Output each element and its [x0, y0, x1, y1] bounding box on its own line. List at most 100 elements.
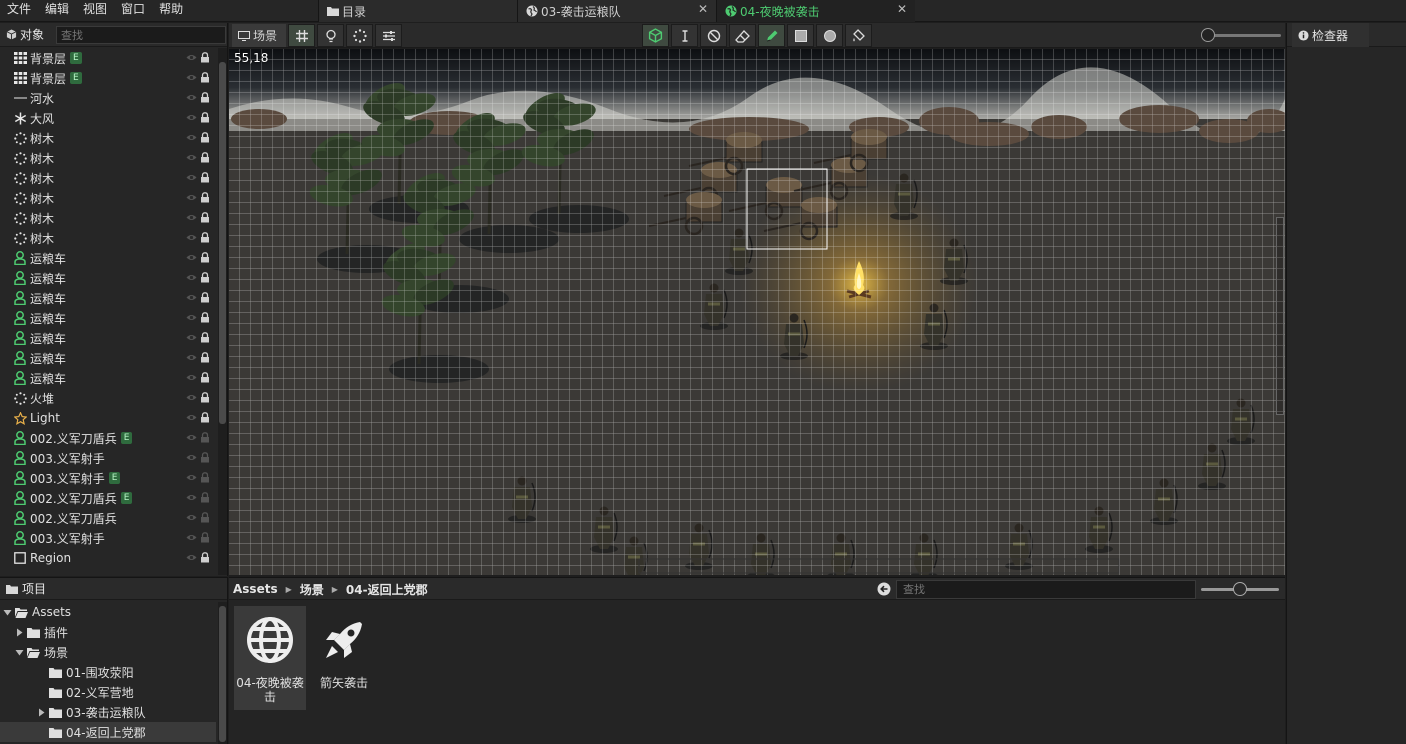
text-cursor-tool-button[interactable] — [671, 24, 698, 47]
tab-directory[interactable]: 目录 — [318, 0, 517, 22]
chevron-down-icon[interactable] — [14, 647, 24, 657]
visibility-eye-icon[interactable] — [186, 252, 197, 263]
visibility-eye-icon[interactable] — [186, 152, 197, 163]
hierarchy-item[interactable]: 河水 — [0, 88, 216, 108]
menu-file[interactable]: 文件 — [0, 0, 38, 22]
project-tree-item[interactable]: 场景 — [0, 642, 216, 662]
hierarchy-item[interactable]: 树木 — [0, 128, 216, 148]
hierarchy-item[interactable]: 树木 — [0, 168, 216, 188]
lock-icon[interactable] — [200, 52, 210, 63]
hierarchy-item[interactable]: 运粮车 — [0, 308, 216, 328]
visibility-eye-icon[interactable] — [186, 472, 197, 483]
lock-icon[interactable] — [200, 212, 210, 223]
grid-toggle-button[interactable] — [288, 24, 315, 47]
visibility-eye-icon[interactable] — [186, 212, 197, 223]
lock-icon[interactable] — [200, 252, 210, 263]
menu-edit[interactable]: 编辑 — [38, 0, 76, 22]
hierarchy-item[interactable]: 003.义军射手 — [0, 528, 216, 548]
menu-help[interactable]: 帮助 — [152, 0, 190, 22]
lock-icon[interactable] — [200, 272, 210, 283]
visibility-eye-icon[interactable] — [186, 372, 197, 383]
settings-sliders-button[interactable] — [375, 24, 402, 47]
visibility-eye-icon[interactable] — [186, 432, 197, 443]
chevron-right-icon[interactable] — [36, 707, 46, 717]
tab-scene-04[interactable]: 04-夜晚被袭击 ✕ — [716, 0, 915, 22]
lock-icon[interactable] — [200, 192, 210, 203]
chevron-right-icon[interactable] — [14, 627, 24, 637]
hierarchy-item[interactable]: 002.义军刀盾兵 E — [0, 488, 216, 508]
lock-icon[interactable] — [200, 352, 210, 363]
scene-viewport[interactable]: 55,18 — [229, 49, 1285, 575]
asset-size-knob[interactable] — [1233, 582, 1247, 596]
hierarchy-item[interactable]: 背景层 E — [0, 68, 216, 88]
hierarchy-item[interactable]: 002.义军刀盾兵 — [0, 508, 216, 528]
lock-icon[interactable] — [200, 132, 210, 143]
project-tree-item[interactable]: 02-义军营地 — [0, 682, 216, 702]
hierarchy-scrollbar[interactable] — [218, 48, 227, 575]
visibility-eye-icon[interactable] — [186, 312, 197, 323]
breadcrumb-current[interactable]: 04-返回上党郡 — [346, 581, 428, 598]
hierarchy-item[interactable]: 003.义军射手 E — [0, 468, 216, 488]
hierarchy-item[interactable]: 运粮车 — [0, 268, 216, 288]
asset-size-slider[interactable] — [1201, 582, 1279, 596]
visibility-eye-icon[interactable] — [186, 452, 197, 463]
tab-scene-03[interactable]: 03-袭击运粮队 ✕ — [517, 0, 716, 22]
close-icon[interactable]: ✕ — [698, 2, 708, 16]
lock-icon[interactable] — [200, 452, 210, 463]
lock-icon[interactable] — [200, 472, 210, 483]
menu-window[interactable]: 窗口 — [114, 0, 152, 22]
lock-icon[interactable] — [200, 112, 210, 123]
rect-tool-button[interactable] — [787, 24, 814, 47]
lock-icon[interactable] — [200, 512, 210, 523]
forbid-tool-button[interactable] — [700, 24, 727, 47]
visibility-eye-icon[interactable] — [186, 532, 197, 543]
hierarchy-item[interactable]: 背景层 E — [0, 48, 216, 68]
fill-tool-button[interactable] — [845, 24, 872, 47]
scene-vertical-scrollbar[interactable] — [1276, 217, 1284, 415]
project-tree-item[interactable]: 03-袭击运粮队 — [0, 702, 216, 722]
hierarchy-search-input[interactable] — [56, 26, 226, 44]
hierarchy-item[interactable]: 树木 — [0, 148, 216, 168]
visibility-eye-icon[interactable] — [186, 412, 197, 423]
lock-icon[interactable] — [200, 72, 210, 83]
breadcrumb-assets[interactable]: Assets — [233, 582, 278, 596]
close-icon[interactable]: ✕ — [897, 2, 907, 16]
lock-icon[interactable] — [200, 432, 210, 443]
scene-zoom-knob[interactable] — [1201, 28, 1215, 42]
visibility-eye-icon[interactable] — [186, 392, 197, 403]
hierarchy-item[interactable]: 树木 — [0, 188, 216, 208]
hierarchy-item[interactable]: 火堆 — [0, 388, 216, 408]
hierarchy-item[interactable]: 运粮车 — [0, 288, 216, 308]
light-toggle-button[interactable] — [317, 24, 344, 47]
visibility-eye-icon[interactable] — [186, 132, 197, 143]
menu-view[interactable]: 视图 — [76, 0, 114, 22]
scene-zoom-slider[interactable] — [1201, 28, 1281, 42]
hierarchy-item[interactable]: 003.义军射手 — [0, 448, 216, 468]
tab-inspector[interactable]: 检查器 — [1292, 23, 1369, 47]
hierarchy-item[interactable]: 树木 — [0, 208, 216, 228]
visibility-eye-icon[interactable] — [186, 352, 197, 363]
lock-icon[interactable] — [200, 492, 210, 503]
project-tree-item[interactable]: 插件 — [0, 622, 216, 642]
lock-icon[interactable] — [200, 552, 210, 563]
lock-icon[interactable] — [200, 312, 210, 323]
project-tree-item[interactable]: 01-围攻荥阳 — [0, 662, 216, 682]
hierarchy-item[interactable]: 运粮车 — [0, 328, 216, 348]
project-scroll-thumb[interactable] — [219, 606, 226, 742]
visibility-eye-icon[interactable] — [186, 232, 197, 243]
asset-scene-04[interactable]: 04-夜晚被袭击 — [234, 606, 306, 710]
scene-canvas[interactable] — [229, 49, 1285, 575]
lock-icon[interactable] — [200, 292, 210, 303]
visibility-eye-icon[interactable] — [186, 332, 197, 343]
visibility-eye-icon[interactable] — [186, 272, 197, 283]
lock-icon[interactable] — [200, 532, 210, 543]
visibility-eye-icon[interactable] — [186, 172, 197, 183]
lock-icon[interactable] — [200, 372, 210, 383]
breadcrumb-scenes[interactable]: 场景 — [300, 581, 324, 598]
project-tree-item[interactable]: 04-返回上党郡 — [0, 722, 216, 742]
lock-icon[interactable] — [200, 412, 210, 423]
visibility-eye-icon[interactable] — [186, 112, 197, 123]
hierarchy-item[interactable]: 运粮车 — [0, 248, 216, 268]
hierarchy-scroll-thumb[interactable] — [219, 62, 226, 424]
hierarchy-item[interactable]: 002.义军刀盾兵 E — [0, 428, 216, 448]
